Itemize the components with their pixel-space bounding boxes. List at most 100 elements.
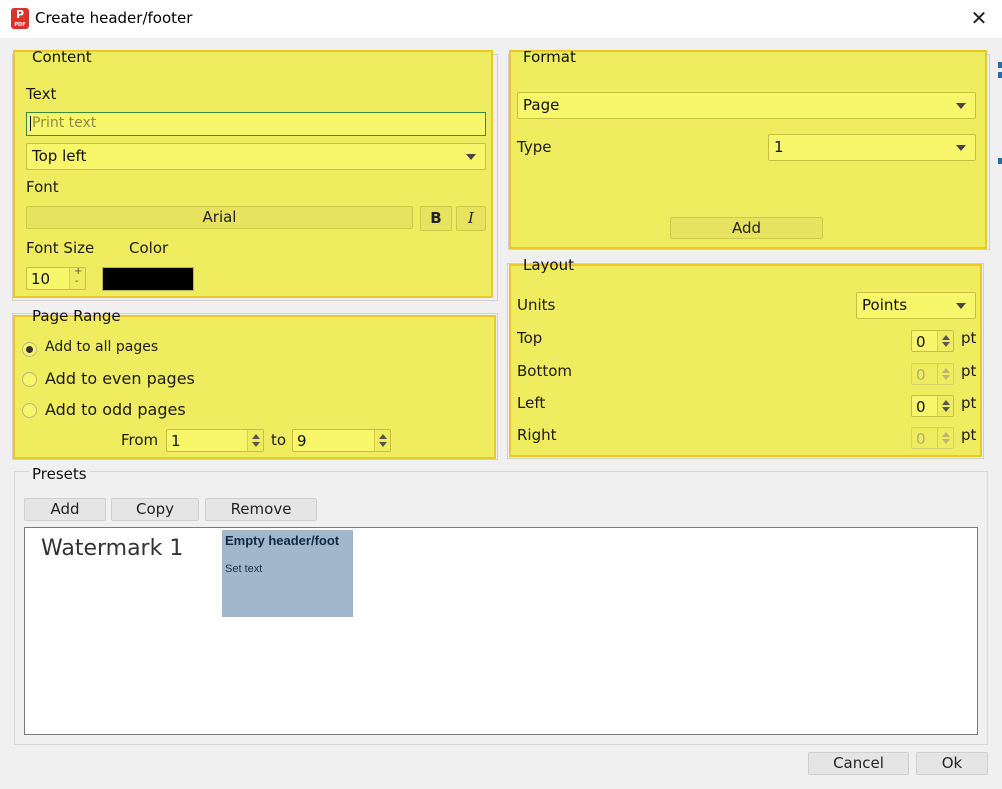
arrow-down-icon[interactable] [252, 442, 260, 447]
from-label: From [121, 431, 159, 449]
color-label: Color [129, 239, 169, 257]
text-label: Text [26, 85, 57, 103]
position-dropdown[interactable]: Top left [26, 143, 486, 170]
to-page-spinbox[interactable]: 9 [292, 429, 391, 452]
to-page-stepper[interactable] [374, 430, 390, 451]
radio-button[interactable] [22, 372, 37, 387]
arrow-down-icon[interactable] [379, 442, 387, 447]
layout-right-stepper[interactable] [937, 428, 953, 448]
app-icon-letter: P [15, 8, 25, 21]
layout-bottom-label: Bottom [517, 362, 573, 380]
layout-left-unit: pt [961, 394, 977, 412]
layout-top-spinbox[interactable]: 0 [911, 330, 954, 352]
radio-button[interactable] [22, 342, 37, 357]
app-icon-sub: PDF [14, 22, 26, 28]
layout-bottom-stepper[interactable] [937, 364, 953, 384]
arrow-up-icon[interactable] [942, 335, 950, 340]
type-label: Type [517, 138, 552, 156]
content-highlight [13, 50, 493, 298]
from-page-stepper[interactable] [247, 430, 263, 451]
to-page-value: 9 [297, 432, 307, 450]
units-value: Points [862, 296, 908, 314]
layout-left-value: 0 [916, 398, 926, 416]
font-size-label: Font Size [26, 239, 95, 257]
font-label: Font [26, 178, 59, 196]
layout-left-label: Left [517, 394, 546, 412]
preset-item-empty-header-footer[interactable]: Empty header/foot Set text [222, 530, 353, 617]
background-window-edge [998, 72, 1002, 78]
layout-legend: Layout [523, 256, 574, 274]
text-caret [30, 115, 31, 131]
font-size-value: 10 [31, 270, 51, 288]
layout-right-spinbox[interactable]: 0 [911, 427, 954, 449]
font-size-stepper[interactable]: + - [69, 266, 85, 289]
preset-item-watermark[interactable]: Watermark 1 [41, 536, 183, 561]
color-swatch-button[interactable] [102, 267, 194, 291]
format-value: Page [523, 96, 560, 114]
arrow-down-icon[interactable] [942, 407, 950, 412]
preset-remove-button[interactable]: Remove [205, 498, 317, 521]
chevron-down-icon [466, 153, 476, 160]
arrow-up-icon[interactable] [942, 368, 950, 373]
to-label: to [271, 431, 287, 449]
arrow-up-icon[interactable] [942, 432, 950, 437]
italic-button[interactable]: I [456, 206, 486, 231]
type-dropdown[interactable]: 1 [768, 134, 976, 161]
page-range-option-label[interactable]: Add to all pages [45, 339, 158, 355]
page-range-option-label[interactable]: Add to even pages [45, 369, 195, 388]
layout-left-spinbox[interactable]: 0 [911, 395, 954, 417]
arrow-down-icon[interactable] [942, 439, 950, 444]
minus-icon[interactable]: - [75, 276, 79, 287]
cancel-button[interactable]: Cancel [808, 752, 909, 775]
presets-legend: Presets [29, 465, 90, 483]
ok-button[interactable]: Ok [916, 752, 988, 775]
from-page-spinbox[interactable]: 1 [166, 429, 264, 452]
format-add-button[interactable]: Add [670, 217, 823, 239]
preset-list[interactable]: Watermark 1 Empty header/foot Set text [24, 527, 978, 735]
chevron-down-icon [956, 302, 966, 309]
title-bar: P PDF Create header/footer ✕ [0, 0, 1002, 38]
page-range-option-label[interactable]: Add to odd pages [45, 400, 186, 419]
background-window-edge [998, 62, 1002, 68]
font-picker-button[interactable]: Arial [26, 206, 413, 229]
close-icon[interactable]: ✕ [968, 6, 990, 30]
arrow-down-icon[interactable] [942, 342, 950, 347]
layout-top-label: Top [517, 329, 543, 347]
layout-right-unit: pt [961, 426, 977, 444]
print-text-placeholder: Print text [32, 115, 97, 131]
arrow-up-icon[interactable] [252, 434, 260, 439]
units-label: Units [517, 296, 556, 314]
layout-right-label: Right [517, 426, 557, 444]
layout-bottom-spinbox[interactable]: 0 [911, 363, 954, 385]
layout-bottom-value: 0 [916, 366, 926, 384]
arrow-up-icon[interactable] [379, 434, 387, 439]
position-value: Top left [32, 147, 87, 165]
bold-button[interactable]: B [420, 206, 452, 231]
layout-top-unit: pt [961, 329, 977, 347]
layout-bottom-unit: pt [961, 362, 977, 380]
layout-left-stepper[interactable] [937, 396, 953, 416]
arrow-up-icon[interactable] [942, 400, 950, 405]
window-title: Create header/footer [35, 9, 193, 27]
chevron-down-icon [956, 144, 966, 151]
layout-right-value: 0 [916, 430, 926, 448]
type-value: 1 [774, 138, 784, 156]
chevron-down-icon [956, 102, 966, 109]
page-range-legend: Page Range [32, 307, 121, 325]
format-legend: Format [523, 48, 576, 66]
background-window-edge [998, 158, 1002, 164]
preset-copy-button[interactable]: Copy [111, 498, 199, 521]
print-text-input[interactable]: Print text [26, 112, 486, 136]
format-dropdown[interactable]: Page [517, 92, 976, 119]
layout-top-stepper[interactable] [937, 331, 953, 351]
radio-button[interactable] [22, 403, 37, 418]
from-page-value: 1 [171, 432, 181, 450]
pdf-app-icon: P PDF [11, 8, 29, 29]
content-legend: Content [32, 48, 92, 66]
preset-card-subtitle: Set text [225, 563, 263, 575]
font-size-spinbox[interactable]: 10 + - [26, 266, 86, 290]
preset-add-button[interactable]: Add [24, 498, 106, 521]
units-dropdown[interactable]: Points [856, 292, 976, 319]
layout-top-value: 0 [916, 333, 926, 351]
arrow-down-icon[interactable] [942, 375, 950, 380]
